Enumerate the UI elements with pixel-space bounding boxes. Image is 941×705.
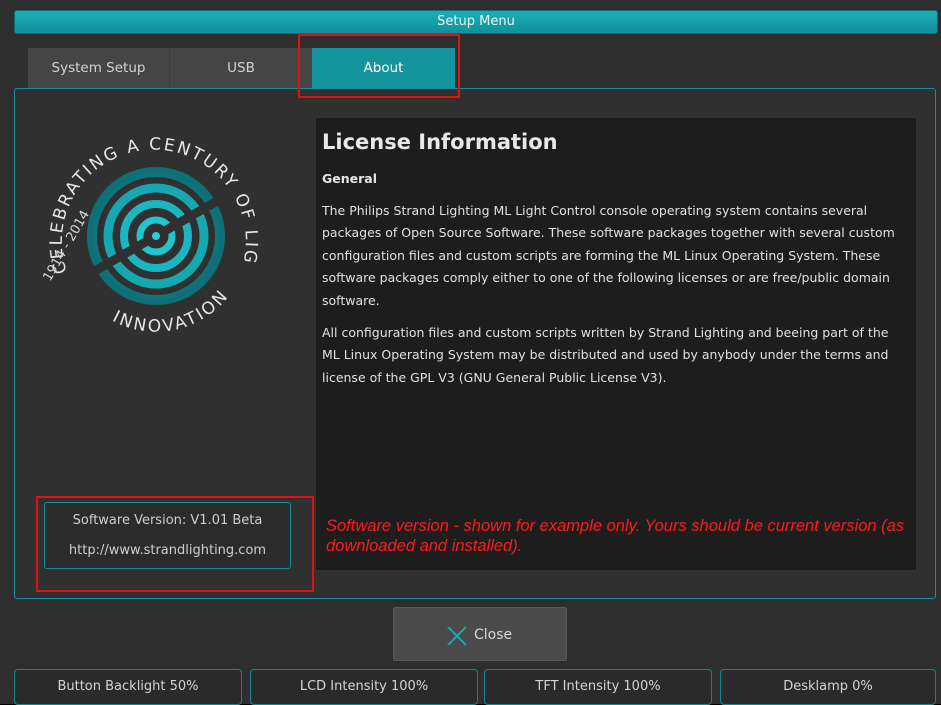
- highlight-about-tab: [298, 34, 460, 98]
- annotation-note: Software version - shown for example onl…: [326, 517, 905, 555]
- license-title: License Information: [322, 130, 558, 154]
- close-x-icon: [447, 626, 467, 646]
- setup-window: Setup Menu System Setup USB About CELEBR…: [0, 0, 941, 705]
- desklamp-control[interactable]: Desklamp 0%: [720, 669, 936, 705]
- tft-intensity-control[interactable]: TFT Intensity 100%: [484, 669, 712, 705]
- license-section: General: [322, 171, 377, 186]
- license-paragraph-1: The Philips Strand Lighting ML Light Con…: [322, 203, 895, 308]
- close-button[interactable]: Close: [393, 607, 567, 661]
- highlight-version: [36, 496, 314, 592]
- license-paragraph-2: All configuration files and custom scrip…: [322, 325, 889, 385]
- lcd-intensity-control[interactable]: LCD Intensity 100%: [250, 669, 478, 705]
- button-backlight-control[interactable]: Button Backlight 50%: [14, 669, 242, 705]
- license-panel: License Information General The Philips …: [316, 118, 916, 570]
- close-label: Close: [474, 627, 513, 643]
- window-title: Setup Menu: [14, 10, 938, 34]
- centennial-logo: CELEBRATING A CENTURY OF LIGHTING INNOVA…: [32, 112, 259, 337]
- tab-usb[interactable]: USB: [170, 48, 312, 88]
- tab-system-setup[interactable]: System Setup: [28, 48, 170, 88]
